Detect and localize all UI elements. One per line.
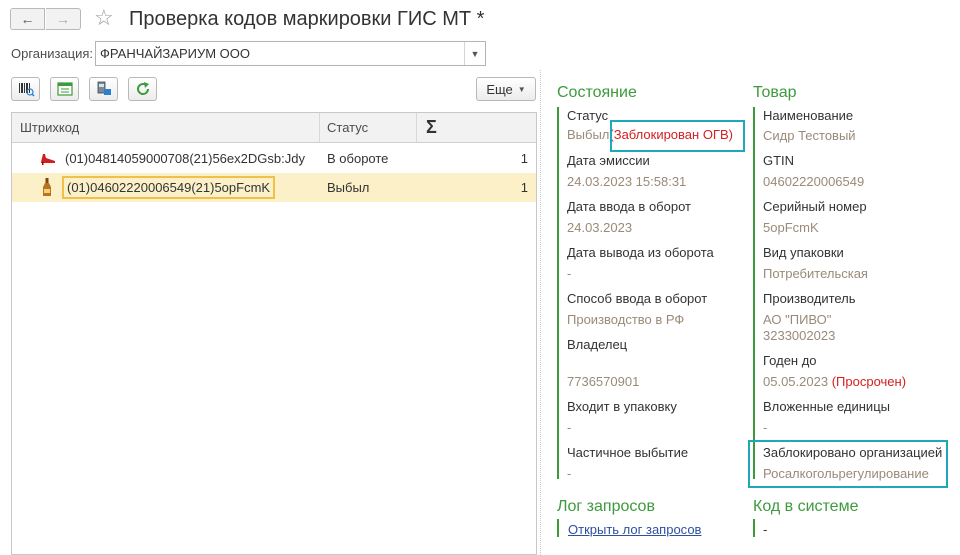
- organization-value: ФРАНЧАЙЗАРИУМ ООО: [100, 46, 250, 61]
- gtin-label: GTIN: [763, 153, 795, 168]
- refresh-icon: [136, 82, 149, 95]
- arrow-left-icon: ←: [20, 11, 35, 27]
- product-group-title: Товар: [753, 84, 797, 101]
- shoe-icon: [41, 154, 55, 165]
- state-group-title: Состояние: [557, 84, 637, 101]
- input-method-value: Производство в РФ: [567, 312, 685, 327]
- barcode-scan-icon: [18, 83, 35, 97]
- nested-units-value: -: [763, 420, 768, 435]
- emission-date-label: Дата эмиссии: [567, 153, 650, 168]
- column-header-barcode[interactable]: Штрихкод: [20, 113, 79, 142]
- chevron-down-icon: ▼: [517, 84, 526, 94]
- star-icon[interactable]: ☆: [94, 5, 114, 31]
- expiry-label: Годен до: [763, 353, 817, 368]
- column-divider: [319, 113, 320, 142]
- more-button-label: Еще: [486, 81, 513, 97]
- blocked-highlight-frame: [748, 440, 948, 488]
- table-row[interactable]: (01)04814059000708(21)56ex2DGsb:Jdy В об…: [12, 144, 536, 173]
- barcode-cell: (01)04814059000708(21)56ex2DGsb:Jdy: [65, 151, 305, 166]
- product-name-label: Наименование: [763, 108, 854, 123]
- bottle-icon: [43, 178, 51, 196]
- refresh-button[interactable]: [128, 77, 157, 101]
- organization-label: Организация:: [11, 46, 94, 61]
- dropdown-button[interactable]: ▼: [464, 42, 485, 65]
- package-label: Входит в упаковку: [567, 399, 677, 414]
- system-code-value: -: [763, 522, 768, 537]
- device-icon: [97, 81, 111, 95]
- system-code-group-title: Код в системе: [753, 498, 859, 515]
- barcode-table[interactable]: Штрихкод Статус Σ (01)04814059000708(21)…: [11, 112, 537, 555]
- status-highlight-frame: [610, 120, 745, 152]
- emission-date-value: 24.03.2023 15:58:31: [567, 174, 687, 189]
- owner-value: 7736570901: [567, 374, 640, 389]
- partial-withdrawal-label: Частичное выбытие: [567, 445, 689, 460]
- barcode-cell-selected[interactable]: (01)04602220006549(21)5opFcmK: [62, 176, 276, 199]
- back-button[interactable]: ←: [10, 8, 45, 30]
- producer-inn-value: 3233002023: [763, 328, 836, 343]
- status-cell: Выбыл: [327, 180, 370, 195]
- input-date-value: 24.03.2023: [567, 220, 633, 235]
- package-type-value: Потребительская: [763, 266, 868, 281]
- table-row[interactable]: (01)04602220006549(21)5opFcmK Выбыл 1: [12, 173, 536, 202]
- count-cell: 1: [520, 151, 528, 166]
- input-method-label: Способ ввода в оборот: [567, 291, 708, 306]
- log-group-title: Лог запросов: [557, 498, 655, 515]
- serial-number-value: 5opFcmK: [763, 220, 819, 235]
- more-button[interactable]: Еще ▼: [476, 77, 536, 101]
- status-value-text: Выбыл: [567, 127, 610, 142]
- partial-withdrawal-value: -: [567, 466, 572, 481]
- producer-name-value: АО "ПИВО": [763, 312, 832, 327]
- state-group-bar: [557, 107, 559, 479]
- table-import-icon: [56, 82, 73, 96]
- column-header-sum[interactable]: Σ: [426, 113, 437, 142]
- log-group-bar: [557, 519, 559, 537]
- expiry-value: 05.05.2023 (Просрочен): [763, 374, 906, 389]
- load-from-file-button[interactable]: [50, 77, 79, 101]
- package-value: -: [567, 420, 572, 435]
- forward-button[interactable]: →: [46, 8, 81, 30]
- package-type-label: Вид упаковки: [763, 245, 844, 260]
- scan-barcode-button[interactable]: [11, 77, 40, 101]
- producer-label: Производитель: [763, 291, 856, 306]
- product-name-value: Сидр Тестовый: [763, 128, 856, 143]
- table-header: Штрихкод Статус Σ: [12, 113, 536, 143]
- column-divider: [416, 113, 417, 142]
- arrow-right-icon: →: [56, 11, 70, 27]
- gtin-value: 04602220006549: [763, 174, 865, 189]
- organization-field[interactable]: ФРАНЧАЙЗАРИУМ ООО ▼: [95, 41, 486, 66]
- expired-text: (Просрочен): [831, 374, 907, 389]
- status-cell: В обороте: [327, 151, 389, 166]
- chevron-down-icon: ▼: [470, 48, 480, 59]
- system-code-group-bar: [753, 519, 755, 537]
- panel-divider: [540, 70, 541, 555]
- product-group-bar: [753, 107, 755, 479]
- input-date-label: Дата ввода в оборот: [567, 199, 691, 214]
- expiry-date-text: 05.05.2023: [763, 374, 829, 389]
- status-label: Статус: [567, 108, 609, 123]
- count-cell: 1: [520, 180, 528, 195]
- column-header-status[interactable]: Статус: [327, 113, 368, 142]
- owner-label: Владелец: [567, 337, 628, 352]
- output-date-value: -: [567, 266, 572, 281]
- serial-number-label: Серийный номер: [763, 199, 867, 214]
- scanner-device-button[interactable]: [89, 77, 118, 101]
- output-date-label: Дата вывода из оборота: [567, 245, 714, 260]
- open-log-link[interactable]: Открыть лог запросов: [568, 522, 701, 537]
- page-title: Проверка кодов маркировки ГИС МТ *: [129, 8, 485, 30]
- nested-units-label: Вложенные единицы: [763, 399, 890, 414]
